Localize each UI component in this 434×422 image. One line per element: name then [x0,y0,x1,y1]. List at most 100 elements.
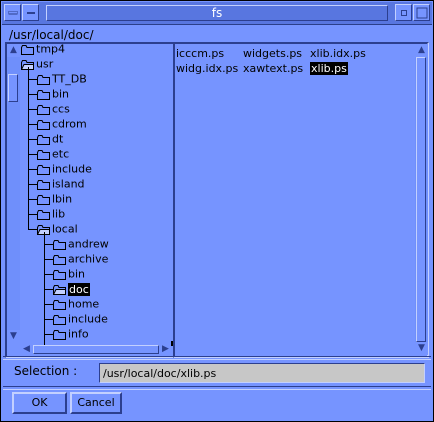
title-bar[interactable]: fs [2,2,432,25]
tree-horizontal-scrollbar[interactable]: ◀ ▶ [20,344,172,355]
tree-item-label: etc [52,147,70,161]
tree-item-label: include [52,162,92,176]
file-item[interactable]: icccm.ps [176,47,224,61]
tree-connector [44,319,53,320]
minimize-icon [26,11,35,14]
folder-icon [53,254,66,265]
file-item-label: xlib.idx.ps [310,47,366,60]
minimize-button[interactable] [22,4,39,21]
tree-scroll-thumb[interactable] [8,74,18,102]
tree-item-label: local [52,222,78,236]
file-vertical-scrollbar[interactable]: ▲ ▼ [415,44,428,355]
tree-connector [28,184,37,185]
tree-item-label: dt [52,132,64,146]
folder-icon [37,194,50,205]
tree-connector [44,289,53,290]
file-item[interactable]: xlib.idx.ps [310,47,366,61]
current-path: /usr/local/doc/ [9,28,94,42]
tree-connector [28,214,37,215]
tree-item[interactable]: info [53,326,89,341]
window-menu-button[interactable] [4,4,21,21]
folder-icon [37,104,50,115]
folder-icon [21,44,34,55]
tree-item[interactable]: lib [37,206,65,221]
tree-item[interactable]: bin [37,86,69,101]
tree-connector [44,244,53,245]
tree-item-label: home [68,297,100,311]
separator [3,386,431,390]
window-title: fs [46,5,388,21]
tree-connector [28,154,37,155]
file-item-label: widgets.ps [243,47,303,60]
file-item-label: xlib.ps [310,62,348,75]
folder-icon [53,299,66,310]
file-item-label: icccm.ps [176,47,225,60]
maximize-icon [416,7,427,18]
tree-connector [28,67,29,229]
folder-icon [37,149,50,160]
maximize-button[interactable] [413,4,430,21]
tree-hscroll-thumb[interactable] [33,345,159,354]
separator [3,356,431,360]
file-item[interactable]: widgets.ps [243,47,302,61]
window-menu-icon [8,10,17,14]
folder-icon [37,179,50,190]
tree-item[interactable]: island [37,176,85,191]
tree-connector [28,79,37,80]
tree-item-label: cdrom [52,117,87,131]
tree-item-label: bin [68,267,86,281]
tree-connector [28,139,37,140]
tree-item[interactable]: dt [37,131,63,146]
selection-label: Selection : [14,364,78,378]
tree-item[interactable]: lbin [37,191,72,206]
tree-connector [28,124,37,125]
iconify-button[interactable] [395,4,412,21]
file-item[interactable]: widg.idx.ps [176,62,238,76]
folder-icon [53,269,66,280]
tree-item-label: tmp4 [36,43,66,56]
folder-icon [37,89,50,100]
file-scroll-down-arrow-icon[interactable]: ▼ [415,342,428,355]
tree-item[interactable]: bin [53,266,85,281]
folder-icon [37,119,50,130]
file-item-label: widg.idx.ps [176,62,239,75]
tree-item-label: ccs [52,102,70,116]
tree-item[interactable]: include [53,311,108,326]
file-scroll-thumb[interactable] [416,57,426,342]
tree-item[interactable]: TT_DB [37,71,87,86]
tree-item[interactable]: etc [37,146,69,161]
ok-button[interactable]: OK [12,392,67,414]
tree-item[interactable]: home [53,296,99,311]
folder-icon [37,134,50,145]
tree-connector [44,304,53,305]
tree-item-label: doc [68,282,90,296]
tree-item-label: usr [36,57,54,71]
tree-item-label: archive [68,252,109,266]
tree-item[interactable]: cdrom [37,116,87,131]
file-selector-window: fs /usr/local/doc/ ▲ ▼ ◀ ▶ tmp4 usr TT_DB b… [0,0,434,422]
tree-item[interactable]: usr [20,56,54,71]
file-item[interactable]: xlib.ps [310,62,348,76]
tree-item[interactable]: ccs [37,101,70,116]
tree-item[interactable]: andrew [53,236,109,251]
tree-item-label: lib [52,207,66,221]
cancel-button[interactable]: Cancel [70,392,122,414]
file-list-pane [173,42,429,358]
folder-icon [53,239,66,250]
tree-item[interactable]: doc [52,281,90,296]
folder-icon [53,329,66,340]
tree-item[interactable]: archive [53,251,108,266]
tree-connector [28,199,37,200]
folder-icon [37,209,50,220]
tree-item-label: lbin [52,192,73,206]
tree-item-label: bin [52,87,70,101]
tree-item[interactable]: include [37,161,92,176]
folder-icon [37,164,50,175]
tree-connector [44,334,53,335]
file-item[interactable]: xawtext.ps [243,62,303,76]
file-scroll-up-arrow-icon[interactable]: ▲ [415,44,428,57]
tree-item[interactable]: tmp4 [21,43,65,56]
tree-item-label: include [68,312,108,326]
selection-input[interactable] [99,363,425,383]
tree-item-label: andrew [68,237,109,251]
